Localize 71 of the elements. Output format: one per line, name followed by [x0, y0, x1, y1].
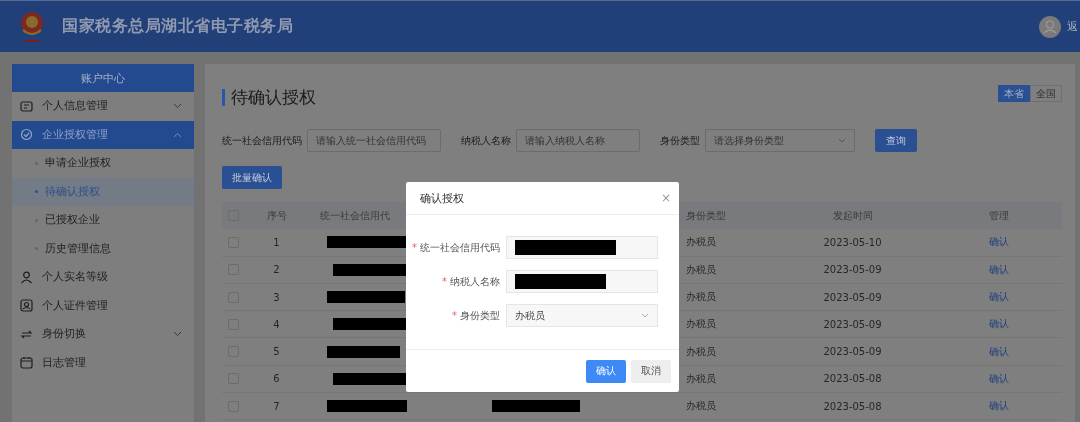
- confirm-link[interactable]: 确认: [988, 263, 1009, 275]
- table-cell-text: 6: [272, 373, 281, 385]
- confirm-link[interactable]: 确认: [988, 318, 1009, 330]
- confirm-link[interactable]: 确认: [988, 236, 1009, 248]
- confirm-link[interactable]: 确认: [988, 345, 1009, 357]
- table-cell-text: 3: [272, 291, 281, 303]
- sidebar-subitem[interactable]: 申请企业授权: [12, 149, 194, 178]
- required-mark: *: [442, 276, 447, 287]
- scope-tab[interactable]: 全国: [1030, 85, 1062, 102]
- scope-tab[interactable]: 本省: [998, 85, 1030, 102]
- sidebar-title: 账户中心: [12, 64, 194, 92]
- table-cell-text: 2023-05-10: [822, 236, 883, 248]
- calendar-icon: [20, 356, 33, 370]
- table-cell-text: 2023-05-09: [822, 318, 883, 330]
- table-cell-text: 办税员: [685, 262, 717, 277]
- table-cell-text: 办税员: [685, 290, 717, 305]
- dialog-title: 确认授权: [420, 190, 464, 206]
- close-button[interactable]: ×: [660, 191, 671, 205]
- query-button[interactable]: 查询: [875, 129, 917, 152]
- cancel-button[interactable]: 取消: [631, 359, 671, 383]
- column-header: 管理: [987, 208, 1010, 223]
- select-field[interactable]: 请选择身份类型: [705, 129, 855, 152]
- confirm-link[interactable]: 确认: [988, 400, 1009, 412]
- table-cell-text: 7: [272, 400, 281, 412]
- table-cell-text: 办税员: [685, 399, 717, 414]
- chevron-icon: [173, 331, 182, 338]
- table-cell-text: 2: [272, 264, 281, 276]
- site-title: 国家税务总局湖北省电子税务局: [62, 16, 293, 37]
- sidebar-item[interactable]: 日志管理: [12, 348, 194, 377]
- sidebar-subitem[interactable]: 已授权企业: [12, 206, 194, 235]
- chevron-icon: [173, 131, 182, 138]
- form-label: 身份类型: [460, 308, 500, 323]
- table-cell-text: 1: [272, 236, 281, 248]
- page-title: 待确认授权: [231, 86, 316, 109]
- id-card-icon: [20, 99, 33, 113]
- table-cell-text: 2023-05-09: [822, 264, 883, 276]
- filter-label: 纳税人名称: [461, 133, 511, 148]
- sidebar-item[interactable]: 企业授权管理: [12, 120, 194, 149]
- sidebar-item[interactable]: 个人实名等级: [12, 263, 194, 292]
- table-cell-text: 办税员: [685, 317, 717, 332]
- check-badge-icon: [20, 128, 33, 142]
- table-cell-text: 办税员: [685, 344, 717, 359]
- table-cell-text: 2023-05-08: [822, 400, 883, 412]
- input-field[interactable]: 请输入纳税人名称: [516, 129, 640, 152]
- chevron-icon: [641, 313, 649, 318]
- form-label: 统一社会信用代码: [420, 240, 500, 255]
- required-mark: *: [452, 310, 457, 321]
- sidebar-item[interactable]: 身份切换: [12, 320, 194, 349]
- table-cell-text: 4: [272, 318, 281, 330]
- sidebar-item[interactable]: 个人信息管理: [12, 92, 194, 121]
- back-link[interactable]: 返: [1067, 19, 1080, 34]
- person-icon: [20, 270, 33, 284]
- chevron-icon: [838, 138, 846, 143]
- confirm-link[interactable]: 确认: [988, 372, 1009, 384]
- table-cell-text: 2023-05-08: [822, 373, 883, 385]
- portrait-card-icon: [20, 299, 33, 313]
- avatar-icon[interactable]: [1039, 15, 1061, 38]
- confirm-link[interactable]: 确认: [988, 291, 1009, 303]
- chevron-icon: [173, 103, 182, 110]
- sidebar-subitem[interactable]: 历史管理信息: [12, 234, 194, 263]
- table-cell-text: 5: [272, 346, 281, 358]
- select-field[interactable]: 办税员: [506, 304, 658, 327]
- filter-label: 身份类型: [660, 133, 700, 148]
- table-cell-text: 办税员: [685, 235, 717, 250]
- form-label: 纳税人名称: [450, 274, 500, 289]
- sidebar-item[interactable]: 个人证件管理: [12, 291, 194, 320]
- confirm-button[interactable]: 确认: [586, 359, 626, 383]
- batch-confirm-button[interactable]: 批量确认: [222, 166, 282, 189]
- table-cell-text: 2023-05-09: [822, 291, 883, 303]
- table-cell-text: 2023-05-09: [822, 346, 883, 358]
- required-mark: *: [412, 242, 417, 253]
